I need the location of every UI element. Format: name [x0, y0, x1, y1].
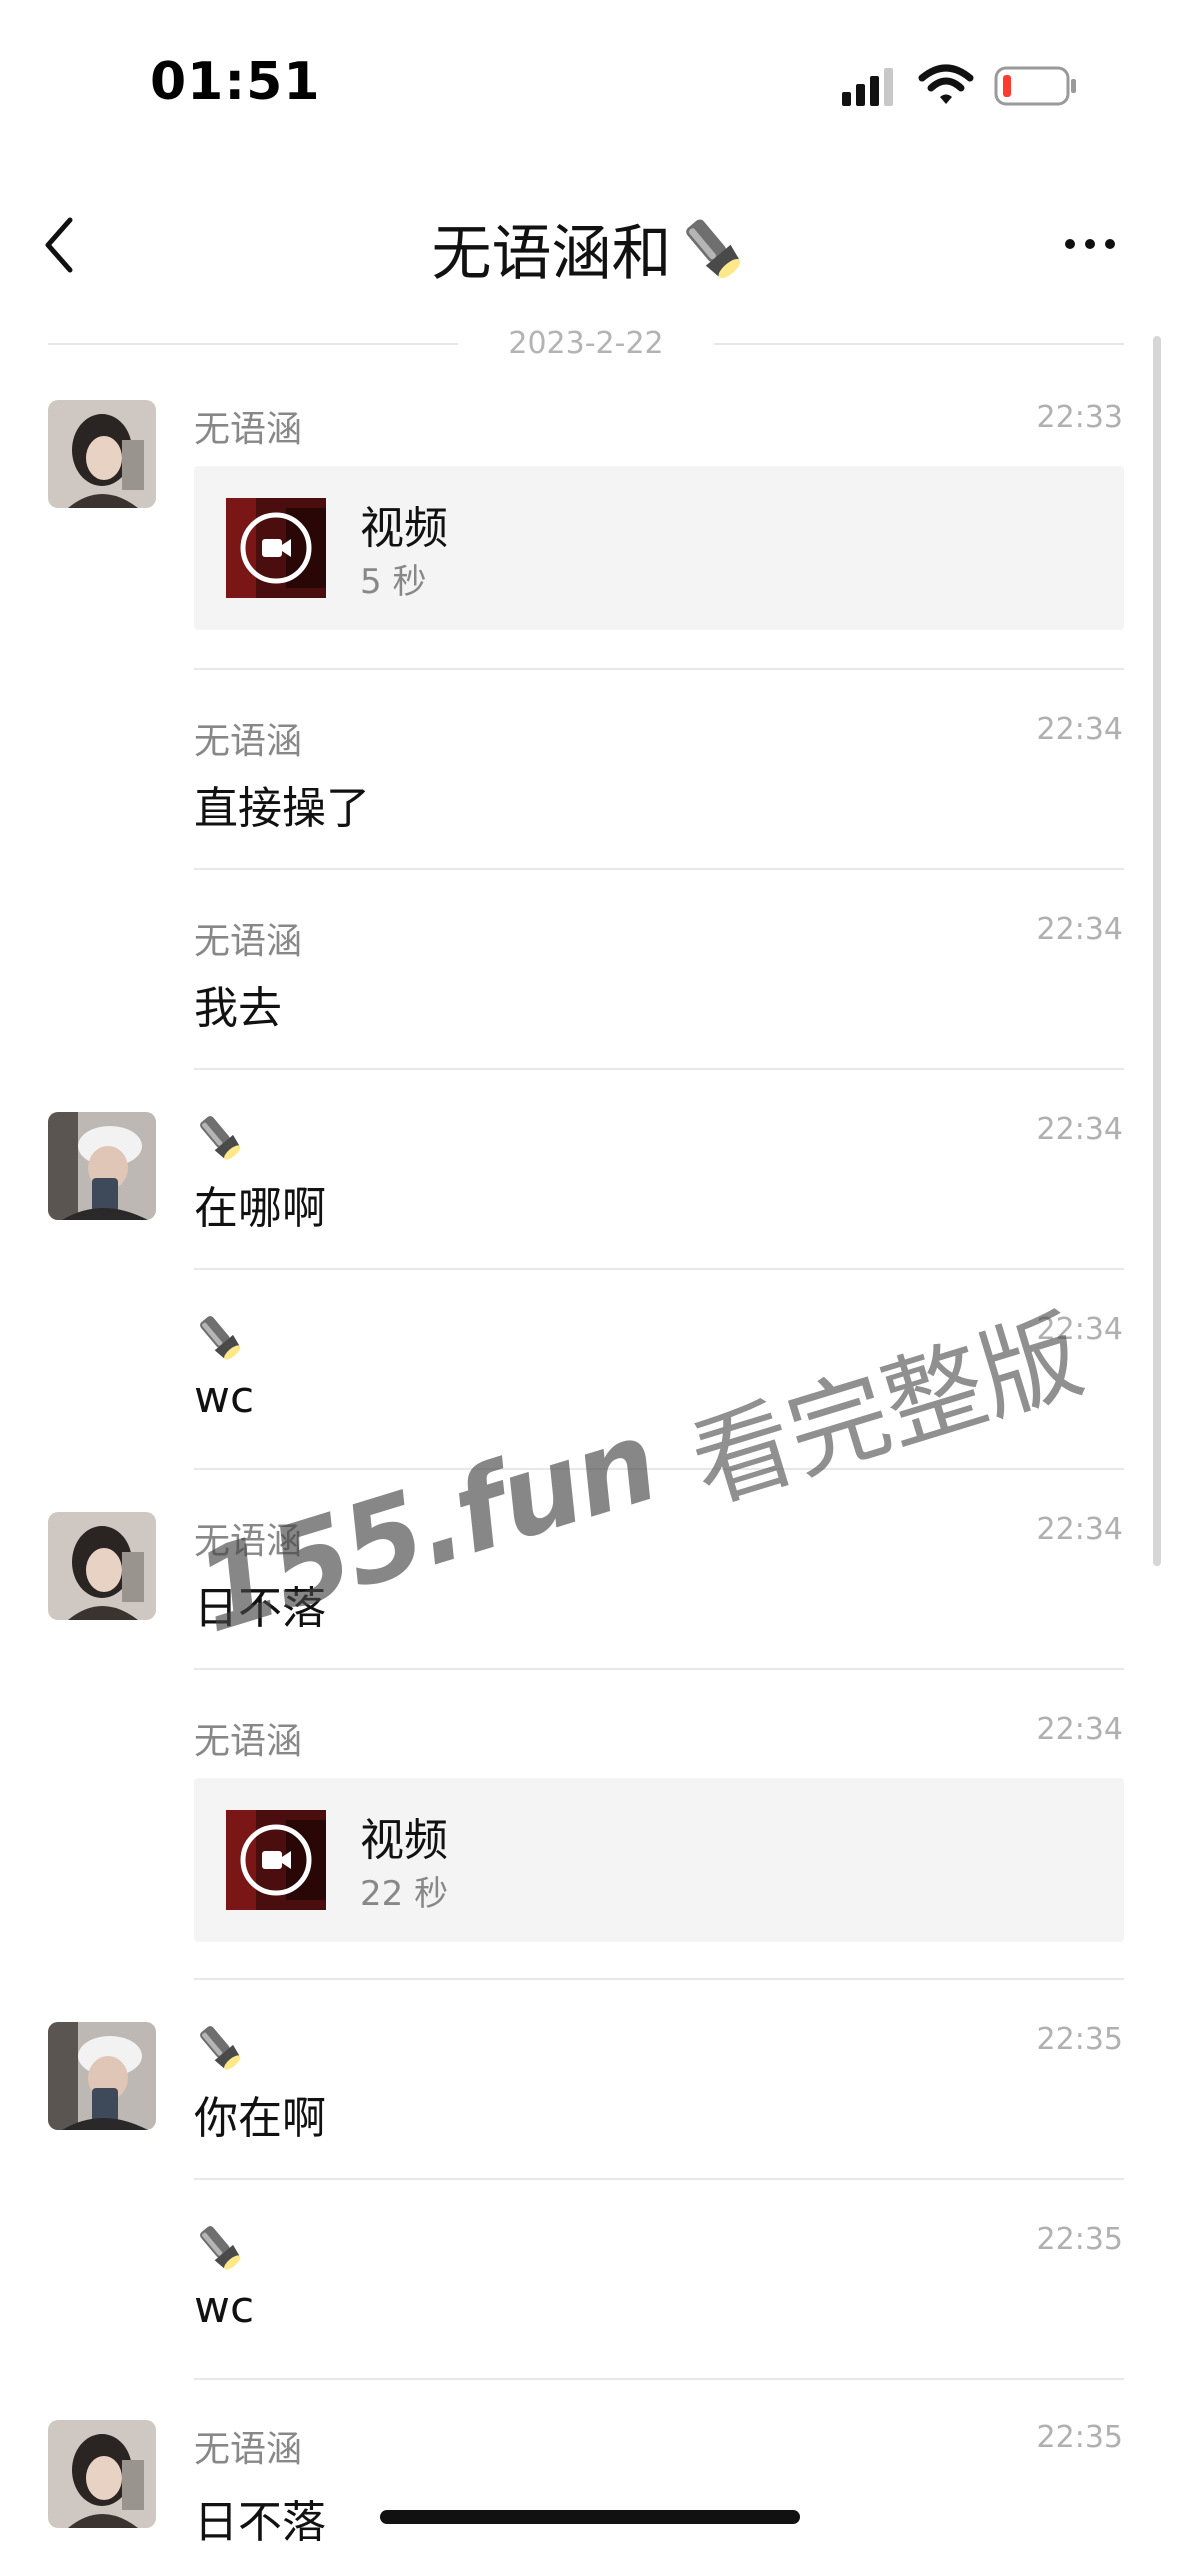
flashlight-icon — [200, 1116, 241, 1160]
message-text[interactable]: 我去 — [194, 972, 282, 1036]
video-message[interactable]: 视频 5 秒 — [194, 466, 1124, 630]
chat-message: 22:35 wc — [0, 2222, 1179, 2372]
chat-title-text: 无语涵和 — [431, 219, 672, 289]
message-time: 22:33 — [1036, 400, 1123, 435]
message-separator — [194, 668, 1124, 670]
message-separator — [194, 1268, 1124, 1270]
video-label: 视频 — [360, 1815, 448, 1866]
chat-message: 无语涵 22:33 视频 5 秒 — [0, 400, 1179, 670]
video-thumbnail — [226, 498, 326, 598]
sender-name: 无语涵 — [194, 721, 303, 762]
message-time: 22:35 — [1036, 2022, 1123, 2057]
video-message[interactable]: 视频 22 秒 — [194, 1778, 1124, 1942]
status-time: 01:51 — [150, 52, 321, 112]
flashlight-icon — [685, 219, 740, 278]
avatar-girl[interactable] — [48, 2420, 156, 2528]
message-text[interactable]: 日不落 — [194, 2486, 326, 2550]
message-time: 22:35 — [1036, 2420, 1123, 2455]
battery-icon — [994, 66, 1076, 106]
flashlight-icon — [200, 2226, 241, 2270]
chat-message: 22:34 在哪啊 — [0, 1112, 1179, 1262]
flashlight-icon — [200, 1316, 241, 1360]
cellular-signal-icon — [842, 68, 893, 106]
sender-name: 无语涵 — [194, 1721, 303, 1762]
message-time: 22:34 — [1036, 1512, 1123, 1547]
video-duration: 22 秒 — [360, 1874, 449, 1914]
message-text[interactable]: 在哪啊 — [194, 1172, 326, 1236]
message-time: 22:34 — [1036, 1712, 1123, 1747]
sender-name: 无语涵 — [194, 409, 303, 450]
message-time: 22:34 — [1036, 1112, 1123, 1147]
message-time: 22:34 — [1036, 912, 1123, 947]
video-duration: 5 秒 — [360, 562, 427, 602]
chat-message: 无语涵 22:34 我去 — [0, 912, 1179, 1062]
more-options-icon[interactable] — [1062, 232, 1118, 256]
message-text[interactable]: wc — [194, 2282, 254, 2333]
chat-message: 无语涵 22:35 日不落 — [0, 2420, 1179, 2556]
message-time: 22:34 — [1036, 712, 1123, 747]
video-thumbnail — [226, 1810, 326, 1910]
message-separator — [194, 2378, 1124, 2380]
chat-title: 无语涵和 — [0, 205, 1179, 292]
status-bar: 01:51 — [0, 0, 1179, 150]
avatar-boy[interactable] — [48, 2022, 156, 2130]
message-separator — [194, 2178, 1124, 2180]
message-separator — [194, 868, 1124, 870]
avatar-girl[interactable] — [48, 1512, 156, 1620]
avatar-boy[interactable] — [48, 1112, 156, 1220]
message-text[interactable]: 直接操了 — [194, 772, 370, 836]
flashlight-icon — [200, 2026, 241, 2070]
sender-name: 无语涵 — [194, 921, 303, 962]
message-time: 22:35 — [1036, 2222, 1123, 2257]
video-label: 视频 — [360, 503, 448, 554]
chat-message: 无语涵 22:34 直接操了 — [0, 712, 1179, 862]
message-text[interactable]: wc — [194, 1372, 254, 1423]
message-separator — [194, 1068, 1124, 1070]
avatar-girl[interactable] — [48, 400, 156, 508]
chat-message: 无语涵 22:34 视频 22 秒 — [0, 1712, 1179, 1982]
chat-message: 22:35 你在啊 — [0, 2022, 1179, 2172]
message-text[interactable]: 你在啊 — [194, 2082, 326, 2146]
date-divider: 2023-2-22 — [48, 322, 1124, 366]
message-separator — [194, 1978, 1124, 1980]
home-indicator[interactable] — [380, 2510, 800, 2524]
wifi-icon — [918, 64, 974, 104]
sender-name: 无语涵 — [194, 2429, 303, 2470]
